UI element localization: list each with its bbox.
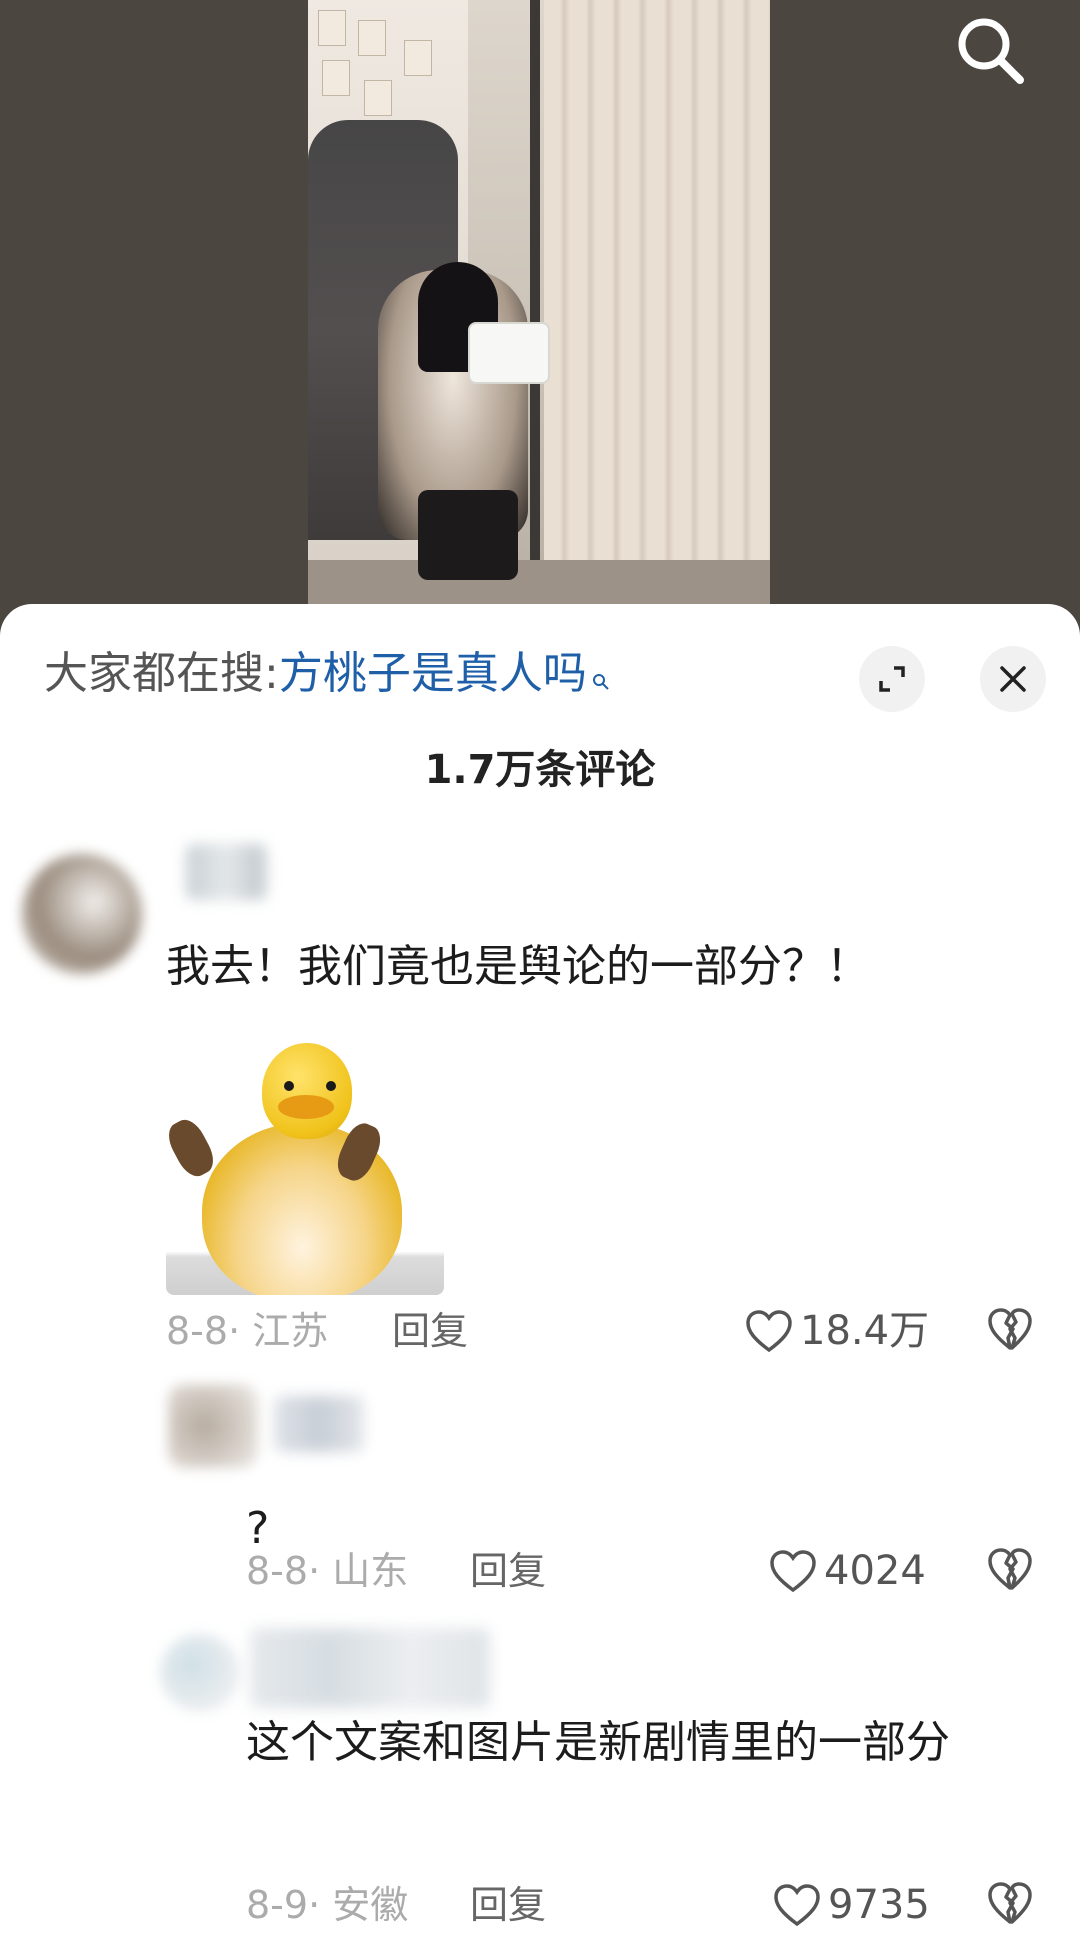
wall-poster xyxy=(404,40,432,76)
small-search-icon xyxy=(591,648,611,708)
video-person-boots xyxy=(418,490,518,580)
comment-sheet: 大家都在搜:方桃子是真人吗 1.7万条评论 我去！我们竟也是舆论的一部分？！ 8… xyxy=(0,604,1080,1956)
close-icon xyxy=(1000,666,1026,692)
dislike-button[interactable] xyxy=(986,1546,1034,1596)
broken-heart-icon xyxy=(988,1308,1032,1350)
heart-icon xyxy=(746,1310,792,1353)
comment-date-location: 8-9· 安徽 xyxy=(246,1883,409,1927)
like-count: 18.4万 xyxy=(800,1308,930,1354)
search-button[interactable] xyxy=(950,10,1030,90)
expand-icon xyxy=(879,666,905,692)
broken-heart-icon xyxy=(988,1882,1032,1924)
wall-poster xyxy=(318,10,346,46)
video-player[interactable] xyxy=(0,0,1080,640)
comment-date-location: 8-8· 山东 xyxy=(246,1549,409,1593)
wall-poster xyxy=(364,80,392,116)
username[interactable] xyxy=(250,1628,490,1708)
comment-text: 这个文案和图片是新剧情里的一部分 xyxy=(246,1717,950,1768)
search-suggestion-prefix: 大家都在搜: xyxy=(44,648,279,699)
like-button[interactable]: 18.4万 xyxy=(744,1306,929,1356)
duck-sticker-eye xyxy=(284,1081,294,1091)
comment-count-title: 1.7万条评论 xyxy=(424,747,656,793)
video-floor xyxy=(308,560,770,610)
username[interactable] xyxy=(274,1396,364,1452)
avatar[interactable] xyxy=(160,1634,240,1712)
like-count: 4024 xyxy=(824,1548,926,1594)
like-count: 9735 xyxy=(828,1882,930,1928)
like-button[interactable]: 4024 xyxy=(768,1546,926,1596)
video-food-box xyxy=(468,322,550,384)
comment-text: 我去！我们竟也是舆论的一部分？！ xyxy=(166,941,870,992)
search-icon xyxy=(958,18,1024,84)
duck-sticker-eye xyxy=(326,1081,336,1091)
comment-date-location: 8-8· 江苏 xyxy=(166,1309,329,1353)
video-frame xyxy=(308,0,770,610)
app-root: 大家都在搜:方桃子是真人吗 1.7万条评论 我去！我们竟也是舆论的一部分？！ 8… xyxy=(0,0,1080,1956)
dislike-button[interactable] xyxy=(986,1306,1034,1356)
search-suggestion-keyword[interactable]: 方桃子是真人吗 xyxy=(279,648,587,699)
video-pole xyxy=(530,0,540,610)
video-curtain xyxy=(544,0,770,610)
duck-sticker-head xyxy=(262,1043,352,1139)
search-suggestion[interactable]: 大家都在搜:方桃子是真人吗 xyxy=(44,644,611,708)
comment-sticker-image[interactable] xyxy=(166,1023,444,1295)
dislike-button[interactable] xyxy=(986,1880,1034,1930)
heart-icon xyxy=(770,1550,816,1593)
reply-button[interactable]: 回复 xyxy=(470,1546,546,1596)
reply-button[interactable]: 回复 xyxy=(470,1880,546,1930)
avatar[interactable] xyxy=(168,1384,258,1468)
wall-poster xyxy=(322,60,350,96)
duck-sticker-beak xyxy=(278,1095,334,1119)
reply-button[interactable]: 回复 xyxy=(392,1306,468,1356)
broken-heart-icon xyxy=(988,1548,1032,1590)
expand-button[interactable] xyxy=(859,646,925,712)
close-button[interactable] xyxy=(980,646,1046,712)
wall-poster xyxy=(358,20,386,56)
like-button[interactable]: 9735 xyxy=(772,1880,930,1930)
username[interactable] xyxy=(186,844,266,900)
heart-icon xyxy=(774,1884,820,1927)
avatar[interactable] xyxy=(22,854,142,974)
